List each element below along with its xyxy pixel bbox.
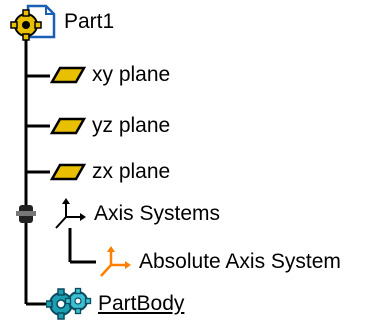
tree-node-zx-plane[interactable]: zx plane — [49, 154, 171, 190]
collapse-toggle-handle — [16, 205, 36, 223]
tree-node-label: zx plane — [92, 160, 171, 183]
specification-tree: Part1 xy plane yz plane zx plane Axis Sy… — [0, 0, 385, 327]
tree-node-xy-plane[interactable]: xy plane — [49, 57, 171, 93]
tree-node-label: Part1 — [64, 10, 115, 33]
tree-node-label: Absolute Axis System — [139, 250, 341, 273]
part-body-gear-icon — [45, 285, 92, 323]
plane-icon — [49, 116, 87, 136]
tree-node-label: PartBody — [98, 292, 185, 315]
plane-icon — [49, 65, 87, 85]
tree-node-partbody[interactable]: PartBody — [45, 285, 185, 323]
part-document-icon — [6, 3, 58, 41]
tree-node-axis-systems[interactable]: Axis Systems — [50, 196, 220, 232]
axis-system-icon — [50, 197, 88, 231]
tree-node-label: xy plane — [92, 63, 171, 86]
plane-icon — [49, 162, 87, 182]
tree-node-absolute-axis-system[interactable]: Absolute Axis System — [95, 244, 341, 280]
tree-node-label: yz plane — [92, 114, 171, 137]
tree-node-yz-plane[interactable]: yz plane — [49, 108, 171, 144]
tree-node-label: Axis Systems — [94, 202, 221, 225]
tree-node-part1[interactable]: Part1 — [6, 3, 115, 41]
axis-system-icon — [95, 245, 133, 279]
